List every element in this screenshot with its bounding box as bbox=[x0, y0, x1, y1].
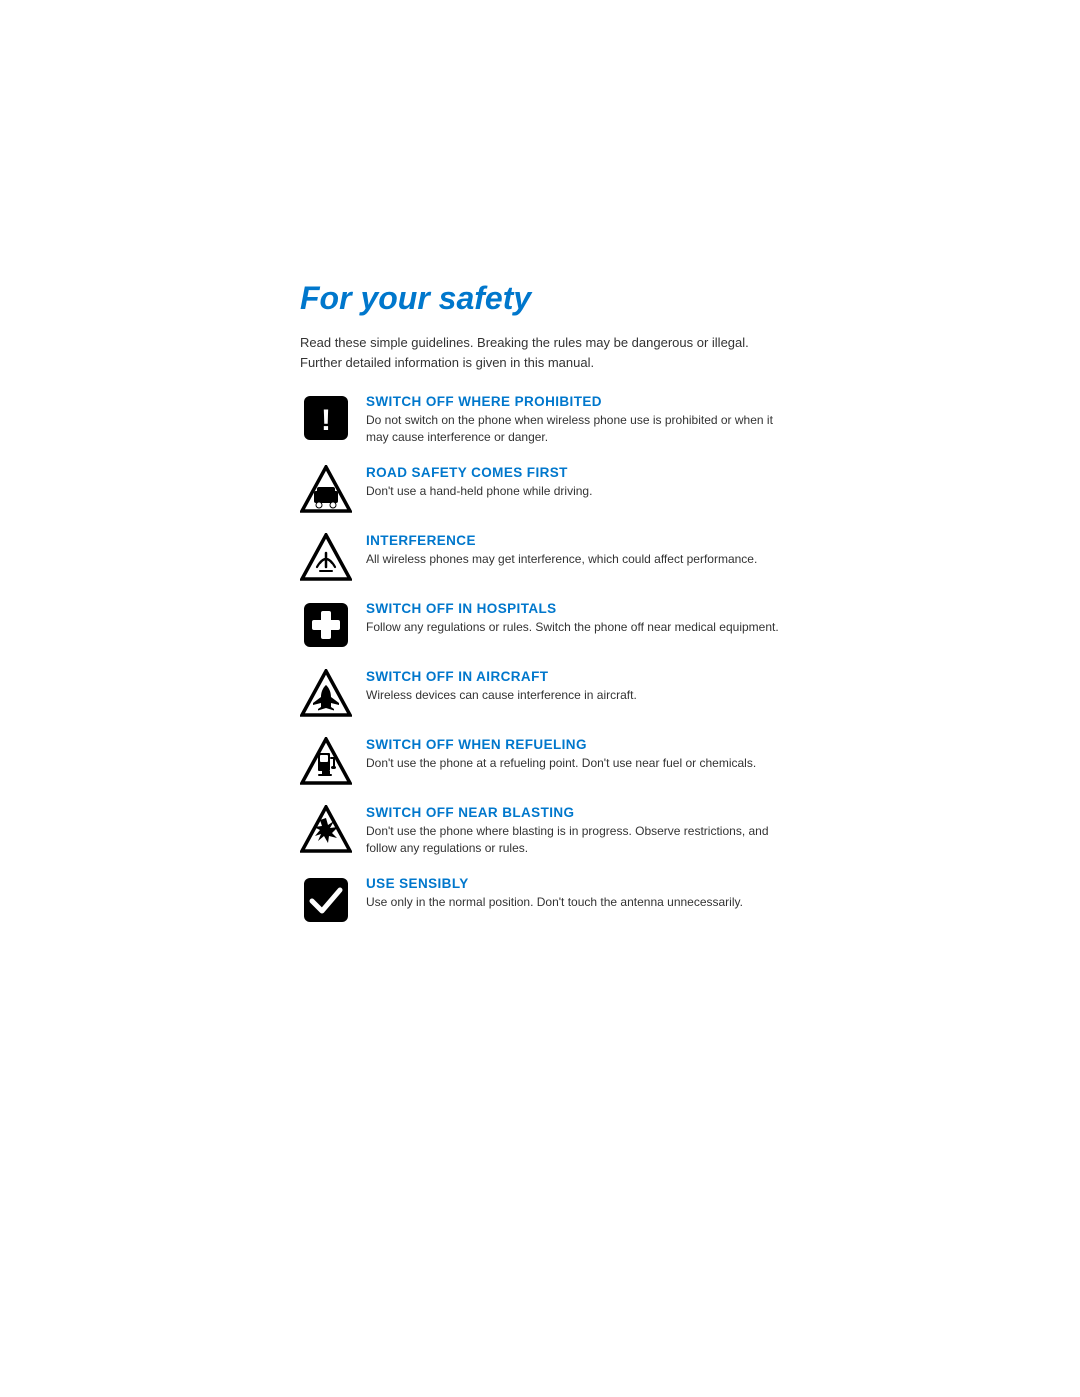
hospitals-text: SWITCH OFF IN HOSPITALS Follow any regul… bbox=[366, 599, 780, 636]
switch-off-prohibited-icon: ! bbox=[300, 392, 352, 444]
road-safety-icon bbox=[300, 463, 352, 515]
use-sensibly-text: USE SENSIBLY Use only in the normal posi… bbox=[366, 874, 780, 911]
refueling-icon bbox=[300, 735, 352, 787]
safety-items-list: ! SWITCH OFF WHERE PROHIBITED Do not swi… bbox=[300, 392, 780, 942]
list-item: INTERFERENCE All wireless phones may get… bbox=[300, 531, 780, 583]
interference-text: INTERFERENCE All wireless phones may get… bbox=[366, 531, 780, 568]
refueling-title: SWITCH OFF WHEN REFUELING bbox=[366, 737, 780, 752]
svg-text:!: ! bbox=[321, 404, 331, 437]
list-item: SWITCH OFF WHEN REFUELING Don't use the … bbox=[300, 735, 780, 787]
interference-title: INTERFERENCE bbox=[366, 533, 780, 548]
blasting-text: SWITCH OFF NEAR BLASTING Don't use the p… bbox=[366, 803, 780, 858]
aircraft-icon bbox=[300, 667, 352, 719]
switch-off-prohibited-title: SWITCH OFF WHERE PROHIBITED bbox=[366, 394, 780, 409]
road-safety-title: ROAD SAFETY COMES FIRST bbox=[366, 465, 780, 480]
list-item: ! SWITCH OFF WHERE PROHIBITED Do not swi… bbox=[300, 392, 780, 447]
list-item: ROAD SAFETY COMES FIRST Don't use a hand… bbox=[300, 463, 780, 515]
aircraft-desc: Wireless devices can cause interference … bbox=[366, 687, 780, 704]
use-sensibly-icon bbox=[300, 874, 352, 926]
page-content: For your safety Read these simple guidel… bbox=[300, 280, 780, 942]
road-safety-text: ROAD SAFETY COMES FIRST Don't use a hand… bbox=[366, 463, 780, 500]
use-sensibly-desc: Use only in the normal position. Don't t… bbox=[366, 894, 780, 911]
hospitals-icon bbox=[300, 599, 352, 651]
switch-off-prohibited-text: SWITCH OFF WHERE PROHIBITED Do not switc… bbox=[366, 392, 780, 447]
interference-icon bbox=[300, 531, 352, 583]
use-sensibly-title: USE SENSIBLY bbox=[366, 876, 780, 891]
list-item: SWITCH OFF NEAR BLASTING Don't use the p… bbox=[300, 803, 780, 858]
page-title: For your safety bbox=[300, 280, 780, 317]
hospitals-title: SWITCH OFF IN HOSPITALS bbox=[366, 601, 780, 616]
aircraft-text: SWITCH OFF IN AIRCRAFT Wireless devices … bbox=[366, 667, 780, 704]
list-item: SWITCH OFF IN AIRCRAFT Wireless devices … bbox=[300, 667, 780, 719]
blasting-icon bbox=[300, 803, 352, 855]
road-safety-desc: Don't use a hand-held phone while drivin… bbox=[366, 483, 780, 500]
hospitals-desc: Follow any regulations or rules. Switch … bbox=[366, 619, 780, 636]
switch-off-prohibited-desc: Do not switch on the phone when wireless… bbox=[366, 412, 780, 447]
blasting-desc: Don't use the phone where blasting is in… bbox=[366, 823, 780, 858]
refueling-desc: Don't use the phone at a refueling point… bbox=[366, 755, 780, 772]
aircraft-title: SWITCH OFF IN AIRCRAFT bbox=[366, 669, 780, 684]
interference-desc: All wireless phones may get interference… bbox=[366, 551, 780, 568]
blasting-title: SWITCH OFF NEAR BLASTING bbox=[366, 805, 780, 820]
intro-text: Read these simple guidelines. Breaking t… bbox=[300, 333, 780, 372]
list-item: SWITCH OFF IN HOSPITALS Follow any regul… bbox=[300, 599, 780, 651]
list-item: USE SENSIBLY Use only in the normal posi… bbox=[300, 874, 780, 926]
refueling-text: SWITCH OFF WHEN REFUELING Don't use the … bbox=[366, 735, 780, 772]
